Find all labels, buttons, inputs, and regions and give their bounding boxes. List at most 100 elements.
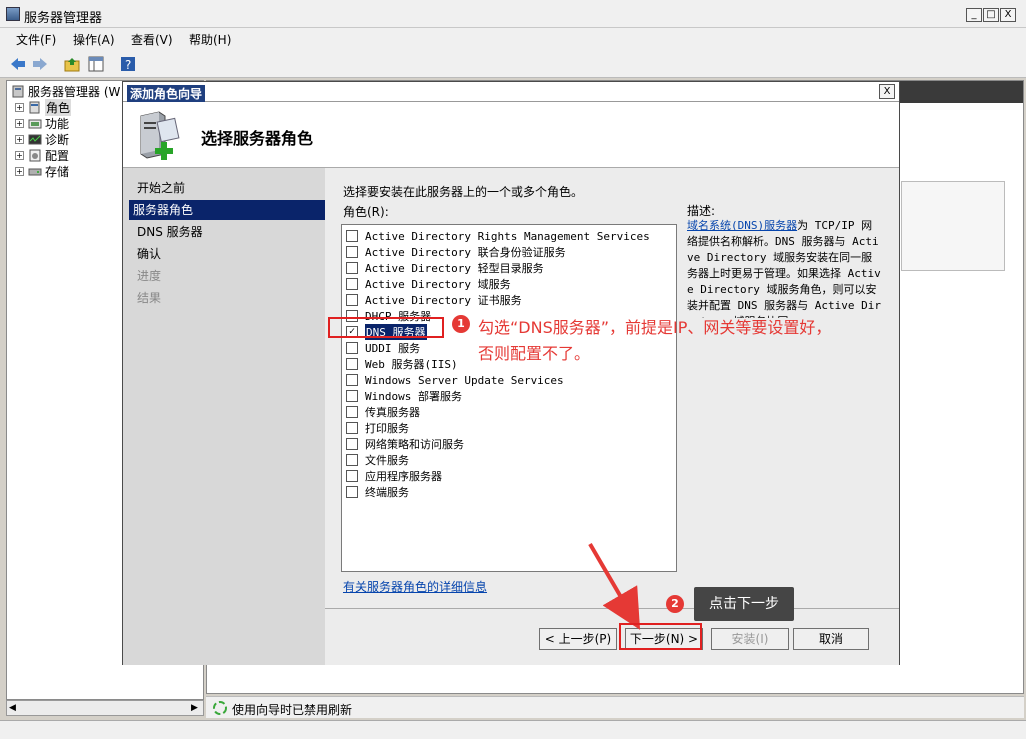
- storage-icon: [28, 168, 42, 175]
- tree-item-diagnostics[interactable]: + 诊断: [15, 131, 69, 147]
- role-item[interactable]: UDDI 服务: [346, 340, 420, 356]
- step1-annotation: 勾选“DNS服务器”，前提是IP、网关等要设置好，: [478, 318, 832, 337]
- role-label: 传真服务器: [365, 406, 420, 419]
- tree-item-configuration[interactable]: + 配置: [15, 147, 69, 163]
- role-checkbox[interactable]: [346, 438, 358, 450]
- minimize-button[interactable]: _: [966, 8, 982, 22]
- status-bar: 使用向导时已禁用刷新: [206, 696, 1024, 718]
- step-before-you-begin[interactable]: 开始之前: [133, 178, 325, 198]
- bottom-status-strip: [0, 720, 1026, 739]
- tree-item-roles[interactable]: + 角色: [15, 98, 72, 116]
- role-item[interactable]: Active Directory 域服务: [346, 276, 511, 292]
- server-icon: [12, 85, 24, 97]
- step-server-roles[interactable]: 服务器角色: [129, 200, 325, 220]
- show-hide-pane-icon[interactable]: [86, 54, 106, 74]
- help-icon[interactable]: ?: [118, 54, 138, 74]
- role-checkbox[interactable]: [346, 262, 358, 274]
- menu-file[interactable]: 文件(F): [16, 31, 56, 48]
- role-checkbox[interactable]: [346, 454, 358, 466]
- toolbar: ?: [0, 50, 1026, 78]
- tree-item-storage[interactable]: + 存储: [15, 163, 69, 179]
- step-confirmation[interactable]: 确认: [133, 244, 325, 264]
- role-item[interactable]: Active Directory 联合身份验证服务: [346, 244, 566, 260]
- tree-item-label: 配置: [45, 148, 70, 163]
- role-label: Active Directory 轻型目录服务: [365, 262, 544, 275]
- expand-icon[interactable]: +: [15, 166, 24, 176]
- role-item[interactable]: Web 服务器(IIS): [346, 356, 458, 372]
- role-label: Active Directory 联合身份验证服务: [365, 246, 566, 259]
- refresh-icon: [213, 701, 227, 715]
- previous-button[interactable]: < 上一步(P): [539, 628, 617, 650]
- tree-root[interactable]: 服务器管理器 (W: [11, 83, 120, 99]
- page-heading: 选择服务器角色: [201, 129, 314, 148]
- role-item[interactable]: 网络策略和访问服务: [346, 436, 464, 452]
- next-button-highlight: [619, 623, 702, 650]
- role-item[interactable]: Windows Server Update Services: [346, 372, 564, 388]
- tree-item-label: 存储: [45, 164, 70, 179]
- menu-help[interactable]: 帮助(H): [189, 31, 231, 48]
- dns-checkbox-highlight: [328, 317, 444, 338]
- close-button[interactable]: X: [1000, 8, 1016, 22]
- roles-list[interactable]: Active Directory Rights Management Servi…: [341, 224, 677, 572]
- window-titlebar: 服务器管理器 _ □ X: [0, 0, 1026, 28]
- role-item[interactable]: Active Directory 证书服务: [346, 292, 522, 308]
- role-checkbox[interactable]: [346, 390, 358, 402]
- step-dns-server[interactable]: DNS 服务器: [133, 222, 325, 242]
- role-item[interactable]: 打印服务: [346, 420, 409, 436]
- tree-horizontal-scrollbar[interactable]: ◀ ▶: [6, 700, 204, 716]
- description-label: 描述:: [687, 204, 716, 218]
- menu-view[interactable]: 查看(V): [131, 31, 173, 48]
- step2-tooltip: 点击下一步: [694, 587, 794, 621]
- dialog-close-button[interactable]: X: [879, 84, 895, 99]
- expand-icon[interactable]: +: [15, 150, 24, 160]
- role-label: Windows Server Update Services: [365, 373, 564, 387]
- step-results: 结果: [137, 291, 162, 305]
- expand-icon[interactable]: +: [15, 134, 24, 144]
- diagnostics-icon: [28, 134, 42, 144]
- instruction-text: 选择要安装在此服务器上的一个或多个角色。: [343, 185, 584, 199]
- back-arrow-icon[interactable]: [8, 54, 28, 74]
- role-checkbox[interactable]: [346, 294, 358, 306]
- tree-item-label: 角色: [45, 98, 72, 116]
- scroll-left-icon[interactable]: ◀: [9, 703, 16, 713]
- role-checkbox[interactable]: [346, 406, 358, 418]
- forward-arrow-icon[interactable]: [30, 54, 50, 74]
- cancel-button[interactable]: 取消: [793, 628, 869, 650]
- role-checkbox[interactable]: [346, 374, 358, 386]
- server-add-role-icon: [140, 111, 180, 160]
- role-item[interactable]: 终端服务: [346, 484, 409, 500]
- role-checkbox[interactable]: [346, 470, 358, 482]
- expand-icon[interactable]: +: [15, 102, 24, 112]
- role-checkbox[interactable]: [346, 486, 358, 498]
- role-item[interactable]: Active Directory 轻型目录服务: [346, 260, 544, 276]
- tree-root-label: 服务器管理器 (W: [28, 84, 121, 99]
- scroll-right-icon[interactable]: ▶: [191, 703, 198, 713]
- role-label: Web 服务器(IIS): [365, 358, 458, 371]
- tree-item-label: 诊断: [45, 132, 70, 147]
- role-item[interactable]: Windows 部署服务: [346, 388, 462, 404]
- role-checkbox[interactable]: [346, 246, 358, 258]
- dns-description-link[interactable]: 域名系统(DNS)服务器: [687, 219, 797, 232]
- expand-icon[interactable]: +: [15, 118, 24, 128]
- role-label: 网络策略和访问服务: [365, 438, 464, 451]
- role-checkbox[interactable]: [346, 342, 358, 354]
- role-item[interactable]: 应用程序服务器: [346, 468, 442, 484]
- role-item[interactable]: Active Directory Rights Management Servi…: [346, 228, 650, 244]
- tree-item-features[interactable]: + 功能: [15, 115, 69, 131]
- menu-action[interactable]: 操作(A): [73, 31, 115, 48]
- step2-badge: 2: [666, 595, 684, 613]
- role-checkbox[interactable]: [346, 278, 358, 290]
- role-checkbox[interactable]: [346, 422, 358, 434]
- role-item[interactable]: 传真服务器: [346, 404, 420, 420]
- step1-annotation-line2: 否则配置不了。: [478, 344, 591, 363]
- role-label: 打印服务: [365, 422, 409, 435]
- features-icon: [28, 119, 42, 128]
- configuration-icon: [29, 149, 41, 161]
- role-checkbox[interactable]: [346, 358, 358, 370]
- up-folder-icon[interactable]: [62, 54, 82, 74]
- role-item[interactable]: 文件服务: [346, 452, 409, 468]
- maximize-button[interactable]: □: [983, 8, 999, 22]
- dialog-titlebar: 添加角色向导 X: [123, 82, 899, 102]
- role-checkbox[interactable]: [346, 230, 358, 242]
- more-info-link[interactable]: 有关服务器角色的详细信息: [343, 578, 487, 595]
